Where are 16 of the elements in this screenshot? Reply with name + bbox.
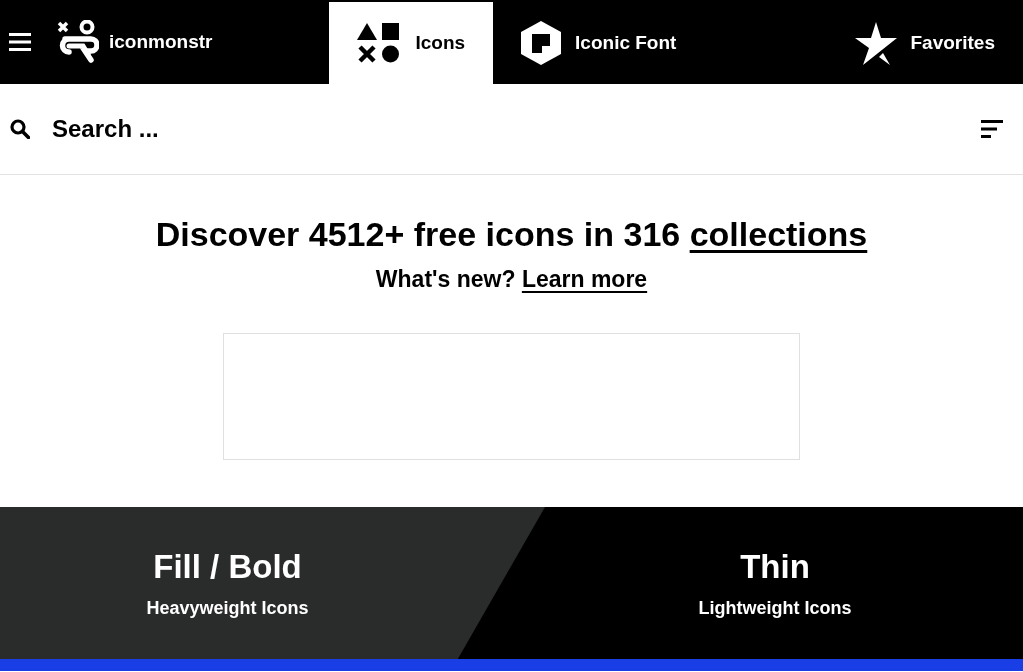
- star-icon: [854, 21, 897, 65]
- sort-icon[interactable]: [981, 120, 1003, 138]
- whats-new-text: What's new? Learn more: [375, 266, 648, 293]
- brand-name[interactable]: iconmonstr: [109, 31, 213, 53]
- style-panel[interactable]: Fill / Bold Heavyweight Icons: [0, 507, 545, 659]
- nav-tab[interactable]: Iconic Font: [493, 2, 705, 84]
- nav-tab[interactable]: Icons: [329, 2, 494, 84]
- search-icon: [10, 119, 30, 139]
- hero-heading: Discover 4512+ free icons in 316 collections: [155, 215, 868, 254]
- learn-more-link[interactable]: Learn more: [521, 266, 648, 292]
- shapes-icon: [357, 23, 402, 63]
- hexagon-icon: [521, 21, 562, 65]
- collections-link[interactable]: collections: [689, 215, 868, 253]
- nav-tab[interactable]: Favorites: [826, 2, 1023, 84]
- logo-icon[interactable]: [55, 20, 99, 64]
- menu-icon[interactable]: [9, 33, 31, 51]
